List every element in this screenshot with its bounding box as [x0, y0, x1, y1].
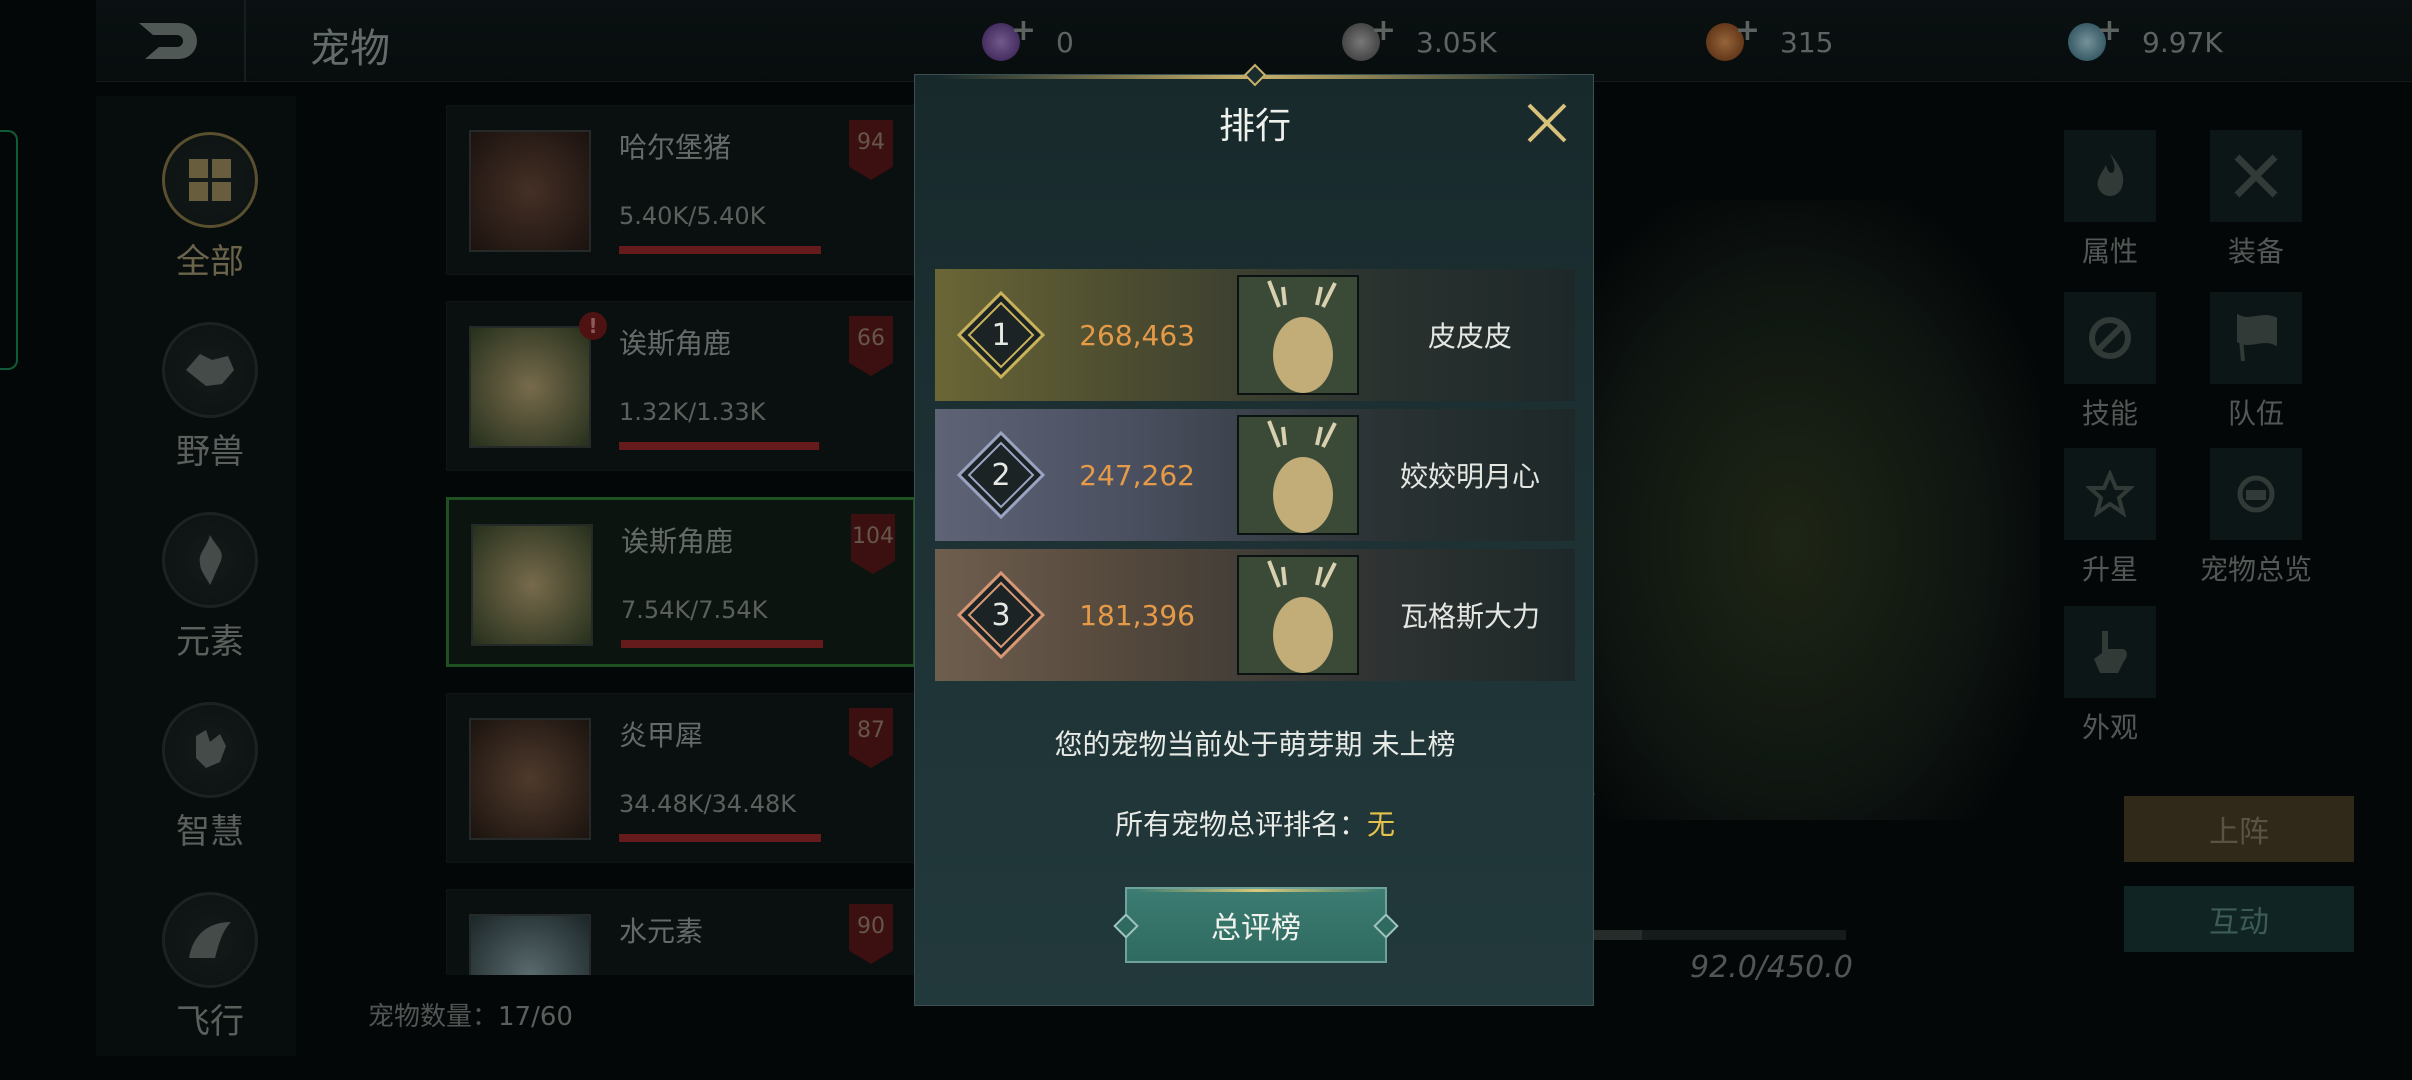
ranking-modal: 排行 1 268,463 皮皮皮 2 247,262 姣姣明月心 3 181,3… — [914, 63, 1595, 1006]
rank-player-name: 姣姣明月心 — [1399, 460, 1540, 493]
rank-pet-avatar — [1237, 415, 1359, 535]
rank-player-name: 瓦格斯大力 — [1399, 600, 1540, 633]
ranking-row[interactable]: 1 268,463 皮皮皮 — [935, 269, 1575, 401]
overall-rank-label: 所有宠物总评排名： — [1114, 808, 1367, 841]
close-icon — [1527, 103, 1567, 143]
button-gem-left — [1113, 913, 1139, 939]
button-gem-right — [1373, 913, 1399, 939]
rank-number: 3 — [991, 597, 1011, 633]
overall-rank-value: 无 — [1367, 808, 1396, 841]
rank-pet-avatar — [1237, 555, 1359, 675]
ranking-row[interactable]: 2 247,262 姣姣明月心 — [935, 409, 1575, 541]
my-pet-status-text: 您的宠物当前处于萌芽期 未上榜 — [1054, 728, 1456, 761]
overall-rank-line: 所有宠物总评排名：无 — [915, 803, 1595, 843]
rank-score: 268,463 — [1079, 318, 1195, 352]
leaderboard-button-label: 总评榜 — [1211, 911, 1301, 946]
button-ornament — [1135, 889, 1381, 892]
overall-leaderboard-button[interactable]: 总评榜 — [1113, 887, 1399, 963]
rank-player-name: 皮皮皮 — [1427, 320, 1512, 353]
rank-score: 181,396 — [1079, 598, 1195, 632]
close-button[interactable] — [1523, 99, 1571, 147]
rank-pet-avatar — [1237, 275, 1359, 395]
modal-title: 排行 — [1218, 106, 1291, 147]
rank-number: 1 — [991, 317, 1011, 353]
ranking-row[interactable]: 3 181,396 瓦格斯大力 — [935, 549, 1575, 681]
rank-number: 2 — [991, 457, 1011, 493]
rank-score: 247,262 — [1079, 458, 1195, 492]
